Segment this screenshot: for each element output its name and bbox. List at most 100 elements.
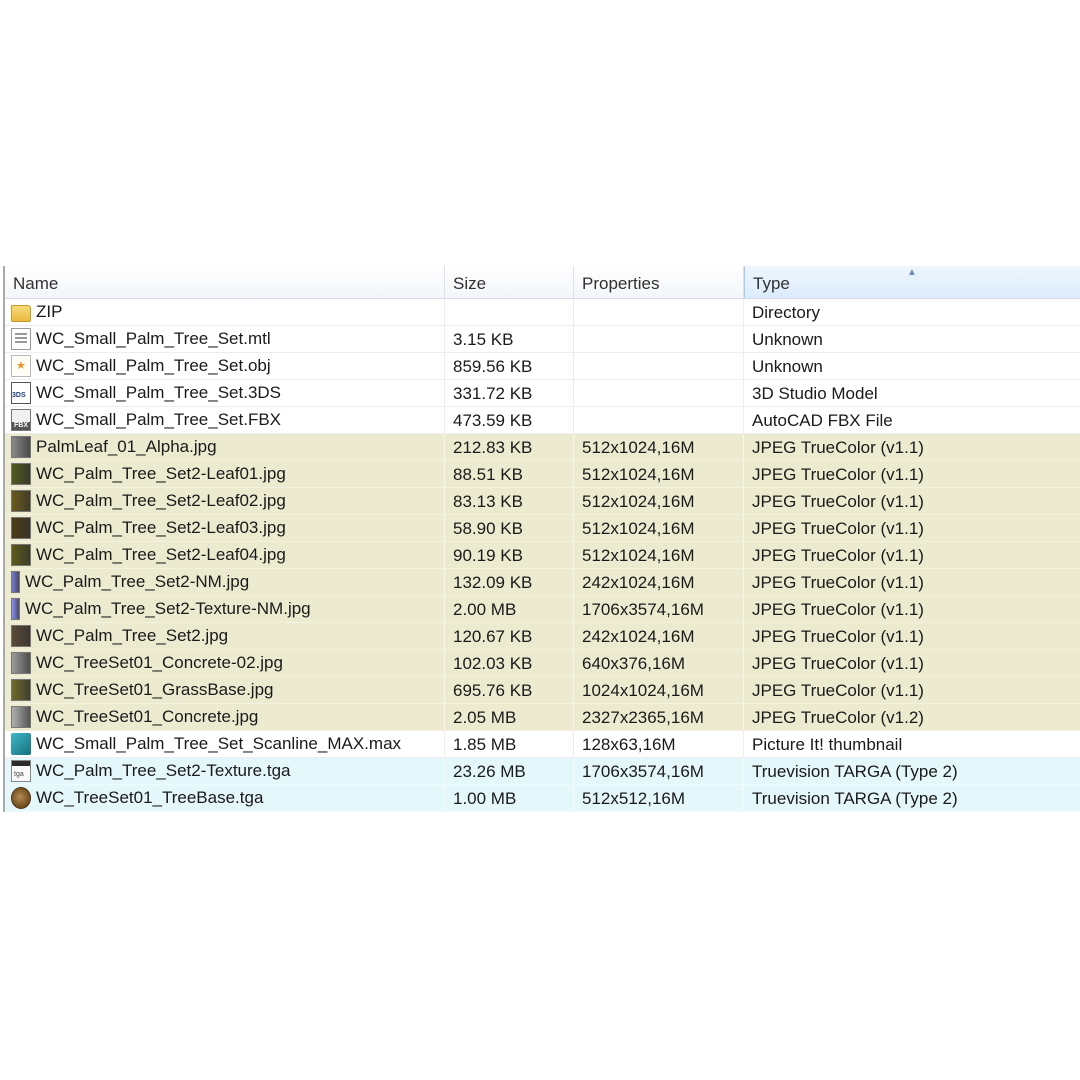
column-header-type[interactable]: ▲ Type <box>744 266 1080 298</box>
file-properties: 1024x1024,16M <box>574 677 744 703</box>
file-properties: 640x376,16M <box>574 650 744 676</box>
file-type: Unknown <box>752 357 823 376</box>
leaf-thumbnail-icon <box>11 544 31 566</box>
file-name-cell[interactable]: WC_Palm_Tree_Set2-NM.jpg <box>5 569 445 595</box>
file-row[interactable]: WC_Palm_Tree_Set2-Leaf01.jpg 88.51 KB 512x… <box>5 461 1080 488</box>
file-size: 88.51 KB <box>445 461 574 487</box>
file-row[interactable]: WC_TreeSet01_TreeBase.tga 1.00 MB 512x512,… <box>5 785 1080 812</box>
file-size <box>445 299 574 325</box>
file-properties: 512x1024,16M <box>574 515 744 541</box>
file-name-cell[interactable]: PalmLeaf_01_Alpha.jpg <box>5 434 445 460</box>
file-name: WC_TreeSet01_TreeBase.tga <box>36 788 264 807</box>
file-type: JPEG TrueColor (v1.1) <box>752 492 924 511</box>
file-row[interactable]: WC_Small_Palm_Tree_Set.obj 859.56 KB Unkno… <box>5 353 1080 380</box>
column-header-name[interactable]: Name <box>5 266 445 298</box>
file-properties <box>574 353 744 379</box>
file-name-cell[interactable]: ZIP <box>5 299 445 325</box>
file-size: 3.15 KB <box>445 326 574 352</box>
file-name-cell[interactable]: WC_Small_Palm_Tree_Set.3DS <box>5 380 445 406</box>
file-name: WC_Palm_Tree_Set2.jpg <box>36 626 229 645</box>
document-icon <box>11 328 31 350</box>
file-row[interactable]: ZIP Directory <box>5 299 1080 326</box>
grass-thumbnail-icon <box>11 679 31 701</box>
file-row[interactable]: WC_Palm_Tree_Set2-Texture-NM.jpg 2.00 MB 1… <box>5 596 1080 623</box>
file-row[interactable]: WC_Small_Palm_Tree_Set_Scanline_MAX.max 1… <box>5 731 1080 758</box>
file-size: 331.72 KB <box>445 380 574 406</box>
file-name-cell[interactable]: WC_TreeSet01_Concrete-02.jpg <box>5 650 445 676</box>
file-name-cell[interactable]: WC_TreeSet01_TreeBase.tga <box>5 785 445 811</box>
file-properties: 512x512,16M <box>574 785 744 811</box>
file-row[interactable]: WC_Palm_Tree_Set2-Leaf03.jpg 58.90 KB 512x… <box>5 515 1080 542</box>
file-type: JPEG TrueColor (v1.1) <box>752 627 924 646</box>
file-name-cell[interactable]: WC_TreeSet01_Concrete.jpg <box>5 704 445 730</box>
bark-thumbnail-icon <box>11 625 31 647</box>
file-row[interactable]: WC_TreeSet01_GrassBase.jpg 695.76 KB 1024x… <box>5 677 1080 704</box>
file-properties <box>574 326 744 352</box>
file-properties <box>574 380 744 406</box>
file-size: 212.83 KB <box>445 434 574 460</box>
file-name-cell[interactable]: WC_Palm_Tree_Set2-Leaf01.jpg <box>5 461 445 487</box>
file-properties: 512x1024,16M <box>574 461 744 487</box>
file-row[interactable]: WC_Small_Palm_Tree_Set.3DS 331.72 KB 3D St… <box>5 380 1080 407</box>
column-header-properties[interactable]: Properties <box>574 266 744 298</box>
file-row[interactable]: WC_TreeSet01_Concrete.jpg 2.05 MB 2327x236… <box>5 704 1080 731</box>
concrete-thumbnail-icon <box>11 706 31 728</box>
column-header-size[interactable]: Size <box>445 266 574 298</box>
file-size: 2.00 MB <box>445 596 574 622</box>
file-size: 2.05 MB <box>445 704 574 730</box>
file-properties: 512x1024,16M <box>574 434 744 460</box>
file-row[interactable]: WC_Palm_Tree_Set2-NM.jpg 132.09 KB 242x102… <box>5 569 1080 596</box>
column-header-type-label: Type <box>753 274 790 293</box>
file-name-cell[interactable]: WC_Palm_Tree_Set2.jpg <box>5 623 445 649</box>
file-size: 102.03 KB <box>445 650 574 676</box>
file-size: 132.09 KB <box>445 569 574 595</box>
file-properties: 512x1024,16M <box>574 542 744 568</box>
file-name-cell[interactable]: WC_Small_Palm_Tree_Set.FBX <box>5 407 445 433</box>
concrete-thumbnail-icon <box>11 652 31 674</box>
file-name: WC_Palm_Tree_Set2-Leaf04.jpg <box>36 545 286 564</box>
file-properties: 128x63,16M <box>574 731 744 757</box>
file-name: ZIP <box>36 302 63 321</box>
file-rows: ZIP Directory WC_Small_Palm_Tree_Set.mtl 3.… <box>5 299 1080 812</box>
file-type: 3D Studio Model <box>752 384 878 403</box>
file-name: WC_Palm_Tree_Set2-NM.jpg <box>25 572 250 591</box>
file-name: WC_Small_Palm_Tree_Set.obj <box>36 356 271 375</box>
file-name-cell[interactable]: WC_Palm_Tree_Set2-Leaf03.jpg <box>5 515 445 541</box>
file-type: JPEG TrueColor (v1.2) <box>752 708 924 727</box>
file-size: 58.90 KB <box>445 515 574 541</box>
file-size: 1.85 MB <box>445 731 574 757</box>
file-name-cell[interactable]: WC_Palm_Tree_Set2-Texture-NM.jpg <box>5 596 445 622</box>
tree-base-thumbnail-icon <box>11 787 31 809</box>
leaf-thumbnail-icon <box>11 463 31 485</box>
file-type: Picture It! thumbnail <box>752 735 903 754</box>
file-row[interactable]: WC_Small_Palm_Tree_Set.FBX 473.59 KB AutoC… <box>5 407 1080 434</box>
column-header-bar: Name Size Properties ▲ Type <box>5 266 1080 299</box>
file-type: Truevision TARGA (Type 2) <box>752 789 958 808</box>
file-properties: 2327x2365,16M <box>574 704 744 730</box>
file-name-cell[interactable]: WC_Small_Palm_Tree_Set.obj <box>5 353 445 379</box>
file-row[interactable]: WC_Palm_Tree_Set2-Leaf04.jpg 90.19 KB 512x… <box>5 542 1080 569</box>
file-row[interactable]: WC_Palm_Tree_Set2-Texture.tga 23.26 MB170… <box>5 758 1080 785</box>
file-name-cell[interactable]: WC_Palm_Tree_Set2-Leaf04.jpg <box>5 542 445 568</box>
file-type: JPEG TrueColor (v1.1) <box>752 546 924 565</box>
file-type: JPEG TrueColor (v1.1) <box>752 654 924 673</box>
file-name-cell[interactable]: WC_Small_Palm_Tree_Set.mtl <box>5 326 445 352</box>
file-row[interactable]: WC_Palm_Tree_Set2-Leaf02.jpg 83.13 KB 512x… <box>5 488 1080 515</box>
file-type: JPEG TrueColor (v1.1) <box>752 465 924 484</box>
file-name-cell[interactable]: WC_TreeSet01_GrassBase.jpg <box>5 677 445 703</box>
file-type: JPEG TrueColor (v1.1) <box>752 681 924 700</box>
file-row[interactable]: WC_Palm_Tree_Set2.jpg 120.67 KB 242x1024,1… <box>5 623 1080 650</box>
file-row[interactable]: PalmLeaf_01_Alpha.jpg 212.83 KB 512x1024,1… <box>5 434 1080 461</box>
file-type: Directory <box>752 303 821 322</box>
file-name-cell[interactable]: WC_Palm_Tree_Set2-Texture.tga <box>5 758 445 784</box>
file-name-cell[interactable]: WC_Palm_Tree_Set2-Leaf02.jpg <box>5 488 445 514</box>
file-name: WC_TreeSet01_Concrete.jpg <box>36 707 259 726</box>
file-name: WC_Palm_Tree_Set2-Leaf03.jpg <box>36 518 286 537</box>
file-type: JPEG TrueColor (v1.1) <box>752 438 924 457</box>
3ds-file-icon <box>11 382 31 404</box>
file-list-view: Name Size Properties ▲ Type ZIP Directory… <box>3 266 1080 812</box>
file-row[interactable]: WC_TreeSet01_Concrete-02.jpg 102.03 KB 640… <box>5 650 1080 677</box>
file-properties: 1706x3574,16M <box>574 758 744 784</box>
file-row[interactable]: WC_Small_Palm_Tree_Set.mtl 3.15 KB Unknown <box>5 326 1080 353</box>
file-name-cell[interactable]: WC_Small_Palm_Tree_Set_Scanline_MAX.max <box>5 731 445 757</box>
